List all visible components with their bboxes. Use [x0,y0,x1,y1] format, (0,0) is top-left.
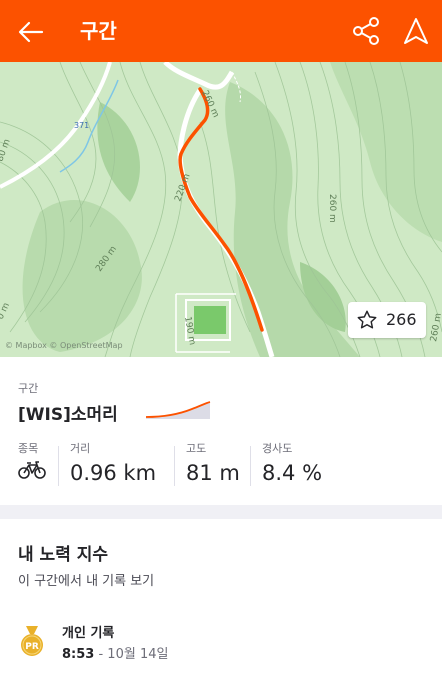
map-attribution[interactable]: © Mapbox © OpenStreetMap [5,341,123,350]
bike-icon [18,461,46,479]
share-icon[interactable] [350,15,382,47]
grade-label: 경사도 [262,442,293,455]
effort-subtitle[interactable]: 이 구간에서 내 기록 보기 [18,570,154,589]
sport-label: 종목 [18,442,39,455]
distance-value: 0.96 km [70,461,157,485]
stat-divider [250,446,251,486]
top-bar: 구간 [0,0,442,62]
pr-badge-text: PR [25,642,39,652]
effort-title: 내 노력 지수 [18,545,109,565]
distance-label: 거리 [70,442,91,455]
contour-label: 260 m [327,194,337,223]
segment-name: [WIS]소머리 [18,405,118,425]
section-separator [0,505,442,519]
stat-divider [174,446,175,486]
segment-map[interactable]: 260 m 260 m 220 m 280 m 190 m 80 m 0 m 2… [0,62,442,357]
stat-divider [58,446,59,486]
elevation-profile [145,401,211,419]
pr-date: - 10월 14일 [98,647,169,662]
elevation-value: 81 m [186,461,240,485]
section-label: 구간 [18,382,39,395]
page-title: 구간 [80,19,117,43]
pr-title: 개인 기록 [62,626,115,641]
back-arrow-icon[interactable] [14,15,48,49]
grade-value: 8.4 % [262,461,323,485]
pr-medal-icon: PR [21,626,43,656]
star-icon [357,310,377,329]
navigation-arrow-icon[interactable] [400,15,432,47]
pr-time: 8:53 [62,647,95,662]
star-button[interactable]: 266 [348,302,426,338]
star-count: 266 [386,310,417,329]
elevation-label: 고도 [186,442,207,455]
pr-time-row[interactable]: 8:53 - 10월 14일 [62,643,168,662]
road-number-label: 371 [74,121,89,130]
